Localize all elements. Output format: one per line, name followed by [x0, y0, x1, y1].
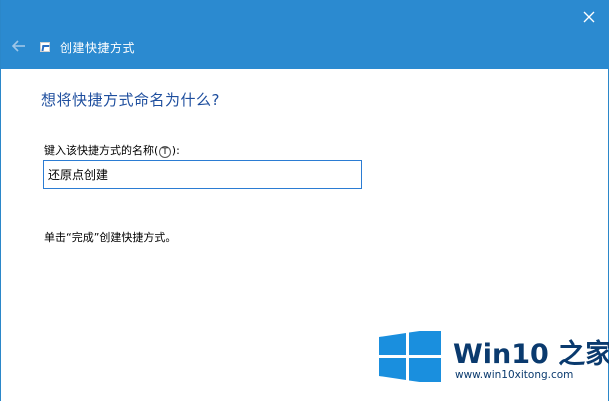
window-title: 创建快捷方式 [60, 41, 136, 55]
label-prefix: 键入该快捷方式的名称( [44, 144, 159, 157]
finish-hint: 单击“完成”创建快捷方式。 [44, 231, 177, 244]
page-heading: 想将快捷方式命名为什么? [41, 91, 220, 109]
windows-logo-icon [379, 331, 441, 382]
back-arrow-icon[interactable] [10, 38, 28, 54]
close-icon[interactable] [578, 6, 600, 28]
shortcut-name-label: 键入该快捷方式的名称(T): [44, 142, 180, 158]
access-key: T [159, 146, 171, 158]
shortcut-name-input[interactable] [43, 160, 362, 189]
create-shortcut-window: 创建快捷方式 想将快捷方式命名为什么? 键入该快捷方式的名称(T): 单击“完成… [0, 0, 609, 401]
watermark-url: www.win10xitong.com [455, 369, 574, 381]
title-bar: 创建快捷方式 [1, 0, 609, 69]
watermark-brand: Win10 之家 [453, 339, 609, 370]
label-suffix: ): [171, 144, 180, 157]
shortcut-icon [40, 42, 50, 52]
